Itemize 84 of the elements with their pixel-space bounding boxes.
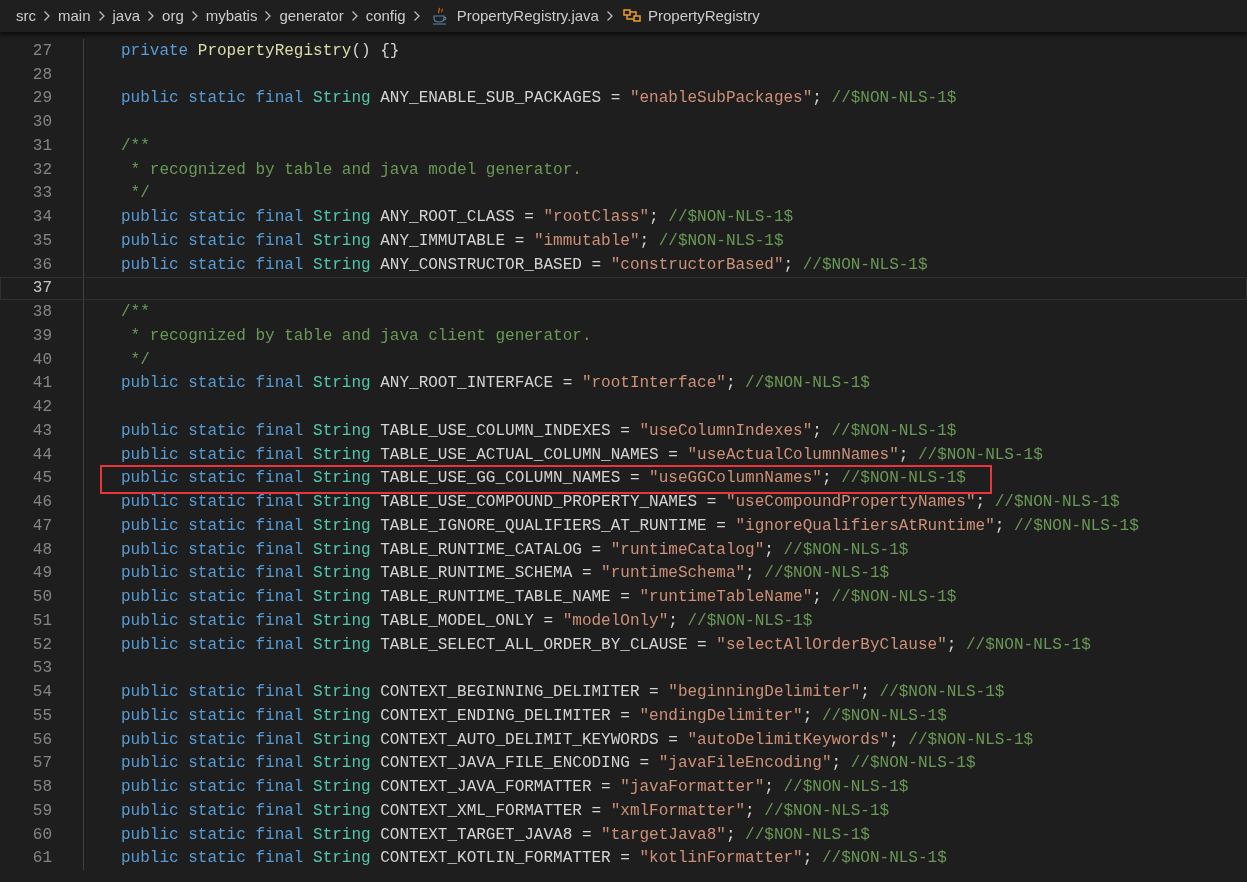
code-comment: * recognized by table and java client generator. xyxy=(129,325,592,347)
line-number: 30 xyxy=(32,112,52,134)
code-comment: /** xyxy=(121,135,150,157)
chevron-icon xyxy=(605,10,614,22)
line-number: 38 xyxy=(32,302,52,324)
line-number: 50 xyxy=(32,587,52,609)
breadcrumb-symbol[interactable]: PropertyRegistry xyxy=(647,4,760,28)
code-comment: * recognized by table and java model generator. xyxy=(129,159,582,181)
chevron-icon xyxy=(97,10,106,22)
line-number: 40 xyxy=(32,349,52,371)
line-number: 31 xyxy=(32,135,52,157)
chevron-icon xyxy=(350,10,359,22)
line-number: 43 xyxy=(32,420,52,442)
code-line: public static final String TABLE_USE_GG_COLUMN_NAMES = "useGGColumnNames"; //$NON-NLS-1$ xyxy=(121,468,966,490)
line-number: 58 xyxy=(32,777,52,799)
code-line: public static final String TABLE_RUNTIME_CATALOG = "runtimeCatalog"; //$NON-NLS-1$ xyxy=(121,539,909,561)
line-number: 32 xyxy=(32,159,52,181)
line-number: 44 xyxy=(32,444,52,466)
line-number: 33 xyxy=(32,183,52,205)
line-number: 35 xyxy=(32,230,52,252)
code-line: public static final String CONTEXT_TARGET_JAVA8 = "targetJava8"; //$NON-NLS-1$ xyxy=(121,824,870,846)
line-number: 54 xyxy=(32,682,52,704)
line-number: 28 xyxy=(32,64,52,86)
line-number: 34 xyxy=(32,207,52,229)
line-number: 46 xyxy=(32,492,52,514)
line-number: 56 xyxy=(32,729,52,751)
code-line: public static final String CONTEXT_ENDING_DELIMITER = "endingDelimiter"; //$NON-NLS-1$ xyxy=(121,705,947,727)
breadcrumb-folder[interactable]: org xyxy=(162,4,184,28)
breadcrumb-folder[interactable]: src xyxy=(16,4,36,28)
code-comment: */ xyxy=(129,183,150,205)
code-line: public static final String TABLE_USE_COLUMN_INDEXES = "useColumnIndexes"; //$NON-NLS-1$ xyxy=(121,420,957,442)
line-number: 37 xyxy=(32,278,52,300)
code-line: public static final String ANY_IMMUTABLE = "immutable"; //$NON-NLS-1$ xyxy=(121,230,784,252)
chevron-icon xyxy=(264,10,273,22)
line-number: 47 xyxy=(32,515,52,537)
code-line: public static final String ANY_CONSTRUCTOR_BASED = "constructorBased"; //$NON-NLS-1$ xyxy=(121,254,928,276)
breadcrumb-folder[interactable]: main xyxy=(58,4,91,28)
breadcrumb-folder[interactable]: mybatis xyxy=(205,4,258,28)
code-line: public static final String TABLE_RUNTIME_SCHEMA = "runtimeSchema"; //$NON-NLS-1$ xyxy=(121,563,890,585)
breadcrumb-folder[interactable]: config xyxy=(365,4,406,28)
chevron-icon xyxy=(43,10,51,22)
code-comment: */ xyxy=(129,349,150,371)
code-comment: /** xyxy=(121,302,150,324)
chevron-icon xyxy=(412,10,421,22)
breadcrumb-file[interactable]: PropertyRegistry.java xyxy=(456,4,599,28)
breadcrumb-folder[interactable]: generator xyxy=(279,4,344,28)
breadcrumb-folder[interactable]: java xyxy=(112,4,141,28)
code-line: private PropertyRegistry() {} xyxy=(121,40,400,62)
line-number: 39 xyxy=(32,325,52,347)
line-number: 49 xyxy=(32,563,52,585)
code-line: public static final String ANY_ROOT_CLASS = "rootClass"; //$NON-NLS-1$ xyxy=(121,207,794,229)
code-line: public static final String CONTEXT_AUTO_DELIMIT_KEYWORDS = "autoDelimitKeywords"; //$NON-NLS-1$ xyxy=(121,729,1034,751)
code-line: public static final String ANY_ENABLE_SUB_PACKAGES = "enableSubPackages"; //$NON-NLS-1$ xyxy=(121,88,957,110)
code-line: public static final String CONTEXT_JAVA_FILE_ENCODING = "javaFileEncoding"; //$NON-NLS-1$ xyxy=(121,753,976,775)
line-number: 41 xyxy=(32,373,52,395)
line-number: 55 xyxy=(32,705,52,727)
coffee-cup-icon xyxy=(431,7,448,25)
code-line: public static final String TABLE_USE_ACTUAL_COLUMN_NAMES = "useActualColumnNames"; //$NON-NLS-1$ xyxy=(121,444,1043,466)
line-number: 36 xyxy=(32,254,52,276)
code-line: public static final String CONTEXT_BEGINNING_DELIMITER = "beginningDelimiter"; //$NON-NLS-1$ xyxy=(121,682,1005,704)
code-line: public static final String ANY_ROOT_INTERFACE = "rootInterface"; //$NON-NLS-1$ xyxy=(121,373,870,395)
chevron-icon xyxy=(147,10,156,22)
line-number: 59 xyxy=(32,800,52,822)
code-line: public static final String CONTEXT_XML_FORMATTER = "xmlFormatter"; //$NON-NLS-1$ xyxy=(121,800,890,822)
line-number: 57 xyxy=(32,753,52,775)
line-number: 29 xyxy=(32,88,52,110)
code-line: public static final String TABLE_RUNTIME_TABLE_NAME = "runtimeTableName"; //$NON-NLS-1$ xyxy=(121,587,957,609)
code-line: public static final String TABLE_USE_COMPOUND_PROPERTY_NAMES = "useCompoundPropertyNames"; //$NON-NLS-1$ xyxy=(121,492,1120,514)
line-number: 61 xyxy=(32,848,52,870)
line-number: 48 xyxy=(32,539,52,561)
class-icon xyxy=(622,8,641,24)
line-number: 53 xyxy=(32,658,52,680)
code-line: public static final String TABLE_SELECT_ALL_ORDER_BY_CLAUSE = "selectAllOrderByClause"; //$NON-NLS-1$ xyxy=(121,634,1091,656)
code-line: public static final String CONTEXT_KOTLIN_FORMATTER = "kotlinFormatter"; //$NON-NLS-1$ xyxy=(121,848,947,870)
line-number: 60 xyxy=(32,824,52,846)
line-number: 42 xyxy=(32,397,52,419)
code-line: public static final String TABLE_MODEL_ONLY = "modelOnly"; //$NON-NLS-1$ xyxy=(121,610,813,632)
line-number: 45 xyxy=(32,468,52,490)
line-number: 51 xyxy=(32,610,52,632)
line-number: 52 xyxy=(32,634,52,656)
code-line: public static final String CONTEXT_JAVA_FORMATTER = "javaFormatter"; //$NON-NLS-1$ xyxy=(121,777,909,799)
chevron-icon xyxy=(190,10,199,22)
code-line: public static final String TABLE_IGNORE_QUALIFIERS_AT_RUNTIME = "ignoreQualifiersAtRuntime"; //$NON-NLS-1$ xyxy=(121,515,1139,537)
line-number: 27 xyxy=(32,40,52,62)
